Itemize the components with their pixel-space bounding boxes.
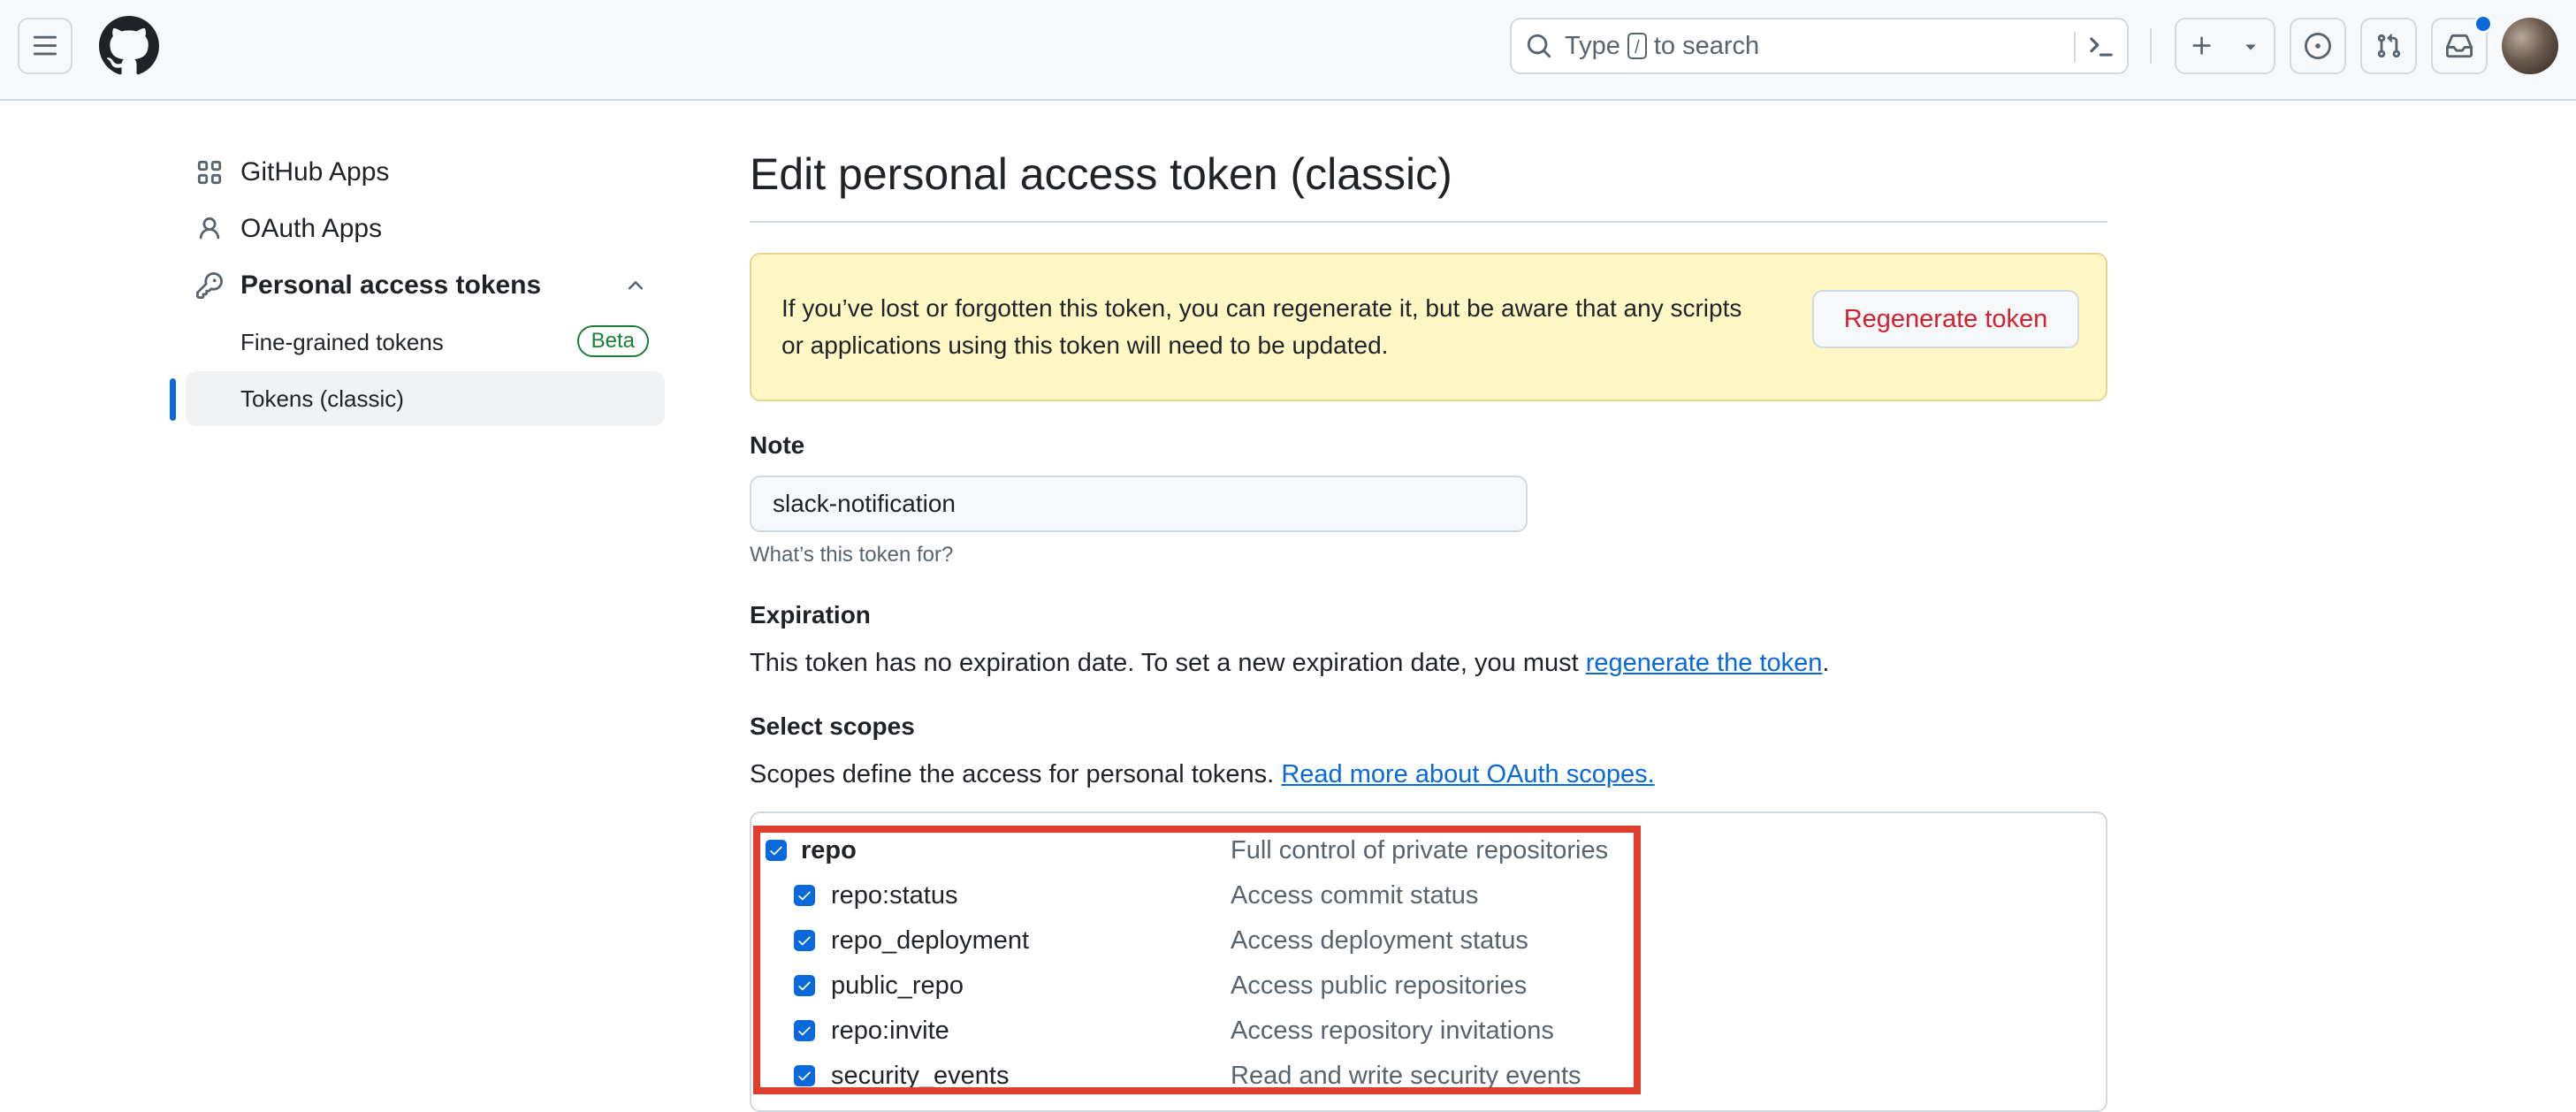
issue-opened-icon bbox=[2305, 33, 2331, 59]
git-pull-request-icon bbox=[2377, 34, 2401, 58]
user-avatar[interactable] bbox=[2502, 18, 2558, 74]
person-icon bbox=[196, 216, 223, 242]
header-divider bbox=[2150, 28, 2152, 64]
regenerate-token-link[interactable]: regenerate the token bbox=[1586, 649, 1823, 677]
beta-badge: Beta bbox=[576, 325, 649, 357]
expiration-period: . bbox=[1822, 649, 1830, 677]
regenerate-token-button[interactable]: Regenerate token bbox=[1812, 290, 2079, 348]
chevron-up-icon[interactable] bbox=[624, 274, 647, 297]
expiration-message: This token has no expiration date. To se… bbox=[750, 649, 1579, 677]
note-field-value: slack-notification bbox=[773, 490, 956, 517]
scopes-label: Select scopes bbox=[750, 712, 915, 740]
active-indicator bbox=[170, 378, 176, 421]
sidebar-item-label: OAuth Apps bbox=[240, 214, 383, 243]
page-title: Edit personal access token (classic) bbox=[750, 149, 1452, 199]
note-hint: What’s this token for? bbox=[750, 543, 954, 567]
sidebar-item-label: Fine-grained tokens bbox=[240, 328, 444, 355]
hamburger-icon bbox=[33, 35, 57, 56]
menu-button[interactable] bbox=[18, 18, 72, 74]
sidebar-item-tokens-classic[interactable]: Tokens (classic) bbox=[186, 371, 665, 426]
notification-dot bbox=[2473, 14, 2493, 34]
search-placeholder-prefix: Type bbox=[1565, 31, 1620, 60]
annotation-highlight-box bbox=[753, 826, 1641, 1094]
sidebar-item-oauth-apps[interactable]: OAuth Apps bbox=[186, 203, 665, 255]
scopes-text: Scopes define the access for personal to… bbox=[750, 760, 1655, 789]
pull-requests-button[interactable] bbox=[2360, 18, 2417, 74]
sidebar-item-github-apps[interactable]: GitHub Apps bbox=[186, 147, 665, 198]
sidebar-item-label: Personal access tokens bbox=[240, 270, 542, 300]
sidebar-item-fine-grained-tokens[interactable]: Fine-grained tokens Beta bbox=[186, 315, 665, 369]
global-header: Type / to search bbox=[0, 0, 2576, 101]
triangle-down-icon bbox=[2245, 44, 2255, 50]
search-divider bbox=[2074, 32, 2076, 62]
oauth-scopes-link[interactable]: Read more about OAuth scopes. bbox=[1281, 760, 1654, 788]
sidebar-item-personal-access-tokens[interactable]: Personal access tokens bbox=[186, 260, 665, 311]
command-palette-icon[interactable] bbox=[2086, 32, 2116, 62]
search-shortcut-key: / bbox=[1627, 33, 1647, 59]
github-logo-icon[interactable] bbox=[99, 16, 159, 76]
regenerate-warning-banner: If you’ve lost or forgotten this token, … bbox=[750, 253, 2107, 401]
banner-message: If you’ve lost or forgotten this token, … bbox=[781, 294, 1742, 359]
search-placeholder: Type / to search bbox=[1565, 32, 1759, 61]
search-input[interactable]: Type / to search bbox=[1510, 18, 2129, 74]
issues-button[interactable] bbox=[2290, 18, 2346, 74]
search-icon bbox=[1527, 34, 1551, 58]
key-icon bbox=[196, 272, 223, 299]
sidebar-item-label: GitHub Apps bbox=[240, 157, 390, 187]
sidebar-item-label: Tokens (classic) bbox=[240, 385, 404, 412]
inbox-icon bbox=[2446, 34, 2473, 58]
expiration-label: Expiration bbox=[750, 601, 871, 628]
apps-grid-icon bbox=[196, 159, 223, 186]
scopes-description: Scopes define the access for personal to… bbox=[750, 760, 1275, 788]
search-placeholder-suffix: to search bbox=[1653, 31, 1760, 60]
expiration-text: This token has no expiration date. To se… bbox=[750, 649, 1829, 678]
plus-icon bbox=[2192, 36, 2211, 55]
note-field[interactable]: slack-notification bbox=[750, 476, 1528, 532]
note-label: Note bbox=[750, 431, 805, 459]
create-new-button[interactable] bbox=[2175, 18, 2275, 74]
title-divider bbox=[750, 221, 2107, 223]
